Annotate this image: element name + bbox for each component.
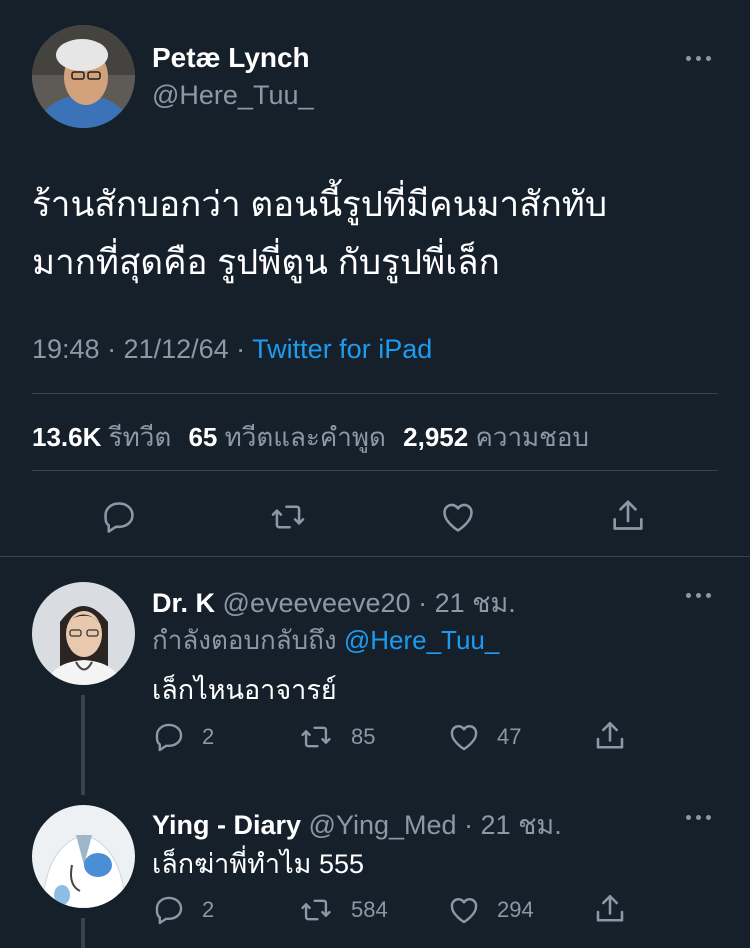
section-divider [0, 556, 750, 557]
like-icon[interactable] [438, 498, 478, 536]
replying-to-handle[interactable]: @Here_Tuu_ [344, 625, 500, 655]
reply-header: Dr. K @eveeveeve20 · 21 ชม. [152, 581, 516, 624]
retweet-count: 85 [351, 724, 376, 749]
thread-line [81, 695, 85, 795]
tweet-source-link[interactable]: Twitter for iPad [252, 334, 432, 364]
share-icon[interactable] [592, 891, 628, 927]
divider [32, 393, 718, 394]
reply-avatar[interactable] [32, 805, 135, 908]
author-handle[interactable]: @Here_Tuu_ [152, 80, 314, 111]
retweet-icon[interactable] [298, 720, 334, 754]
tweet-timestamp[interactable]: 19:48 · 21/12/64 · [32, 334, 252, 364]
share-icon[interactable] [592, 718, 628, 754]
tweet-meta: 19:48 · 21/12/64 · Twitter for iPad [32, 334, 432, 365]
reply-header: Ying - Diary @Ying_Med · 21 ชม. [152, 803, 562, 846]
tweet-text-line: ร้านสักบอกว่า ตอนนี้รูปที่มีคนมาสักทับ [32, 185, 608, 224]
tweet-text: ร้านสักบอกว่า ตอนนี้รูปที่มีคนมาสักทับ ม… [32, 176, 732, 292]
reply-time[interactable]: · 21 ชม. [464, 810, 562, 840]
divider [32, 470, 718, 471]
author-avatar[interactable] [32, 25, 135, 128]
reply-count: 2 [202, 897, 215, 922]
retweets-stat[interactable]: 13.6K รีทวีต [32, 422, 171, 452]
reply-author-name[interactable]: Dr. K [152, 588, 215, 618]
like-icon[interactable] [446, 720, 482, 754]
more-options-icon[interactable] [686, 593, 711, 598]
author-name[interactable]: Petæ Lynch [152, 42, 310, 74]
reply-text: เล็กฆ่าพี่ทำไม 555 [152, 849, 365, 879]
like-icon[interactable] [446, 893, 482, 927]
tweet-text-line: มากที่สุดคือ รูปพี่ตูน กับรูปพี่เล็ก [32, 243, 500, 282]
more-options-icon[interactable] [686, 56, 711, 61]
reply-text: เล็กไหนอาจารย์ [152, 675, 337, 705]
reply-avatar[interactable] [32, 582, 135, 685]
replying-to: กำลังตอบกลับถึง @Here_Tuu_ [152, 625, 500, 655]
reply-author-name[interactable]: Ying - Diary [152, 810, 301, 840]
tweet-stats: 13.6K รีทวีต 65 ทวีตและคำพูด 2,952 ความช… [32, 417, 589, 458]
reply-icon[interactable] [152, 893, 186, 927]
retweet-icon[interactable] [268, 498, 308, 536]
retweet-icon[interactable] [298, 893, 334, 927]
share-icon[interactable] [608, 496, 648, 536]
reply-icon[interactable] [100, 498, 138, 536]
more-options-icon[interactable] [686, 815, 711, 820]
thread-line [81, 918, 85, 948]
reply-time[interactable]: · 21 ชม. [418, 588, 516, 618]
reply-author-handle[interactable]: @Ying_Med [309, 810, 457, 840]
reply-icon[interactable] [152, 720, 186, 754]
quotes-stat[interactable]: 65 ทวีตและคำพูด [188, 422, 385, 452]
reply-count: 2 [202, 724, 215, 749]
like-count: 47 [497, 724, 522, 749]
like-count: 294 [497, 897, 534, 922]
likes-stat[interactable]: 2,952 ความชอบ [403, 422, 589, 452]
retweet-count: 584 [351, 897, 388, 922]
reply-author-handle[interactable]: @eveeveeve20 [223, 588, 411, 618]
